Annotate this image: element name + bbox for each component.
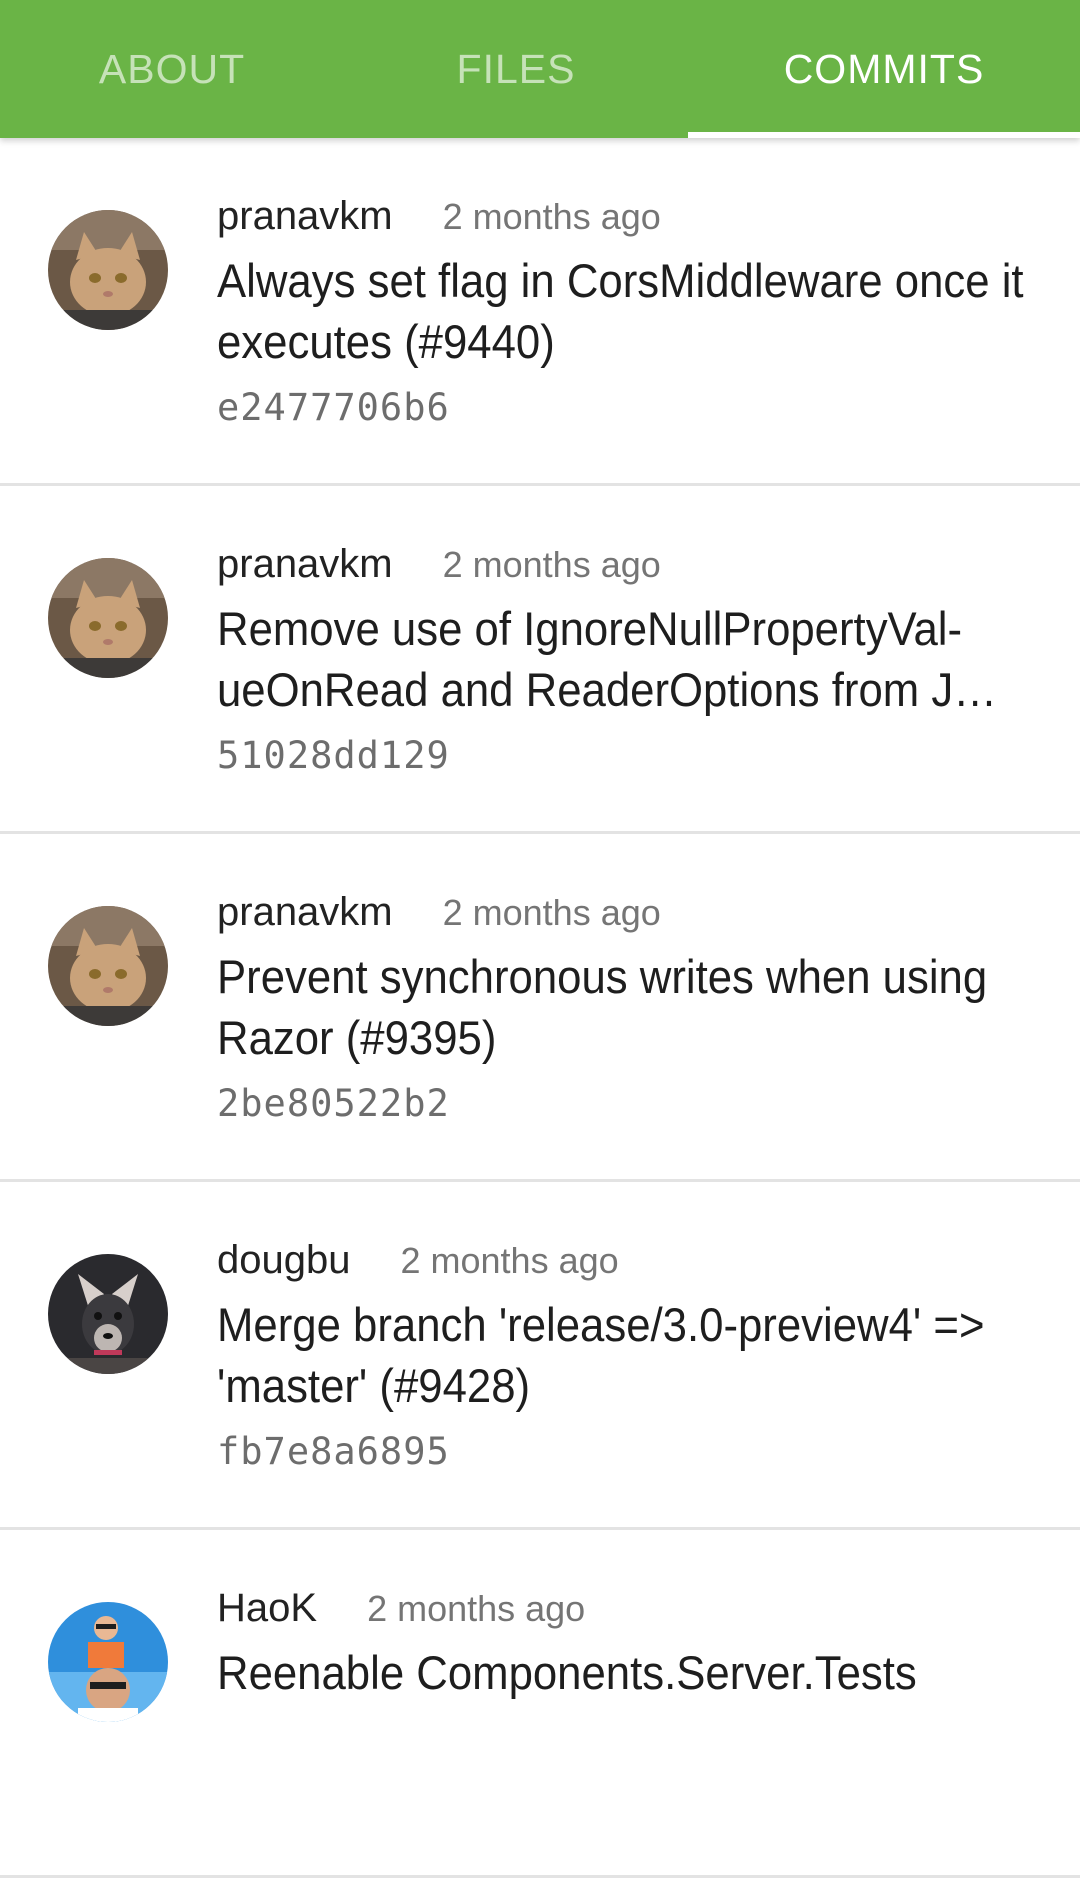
commit-meta: pranavkm 2 months ago (217, 194, 661, 244)
commit-row[interactable]: dougbu 2 months ago Merge branch 'releas… (0, 1182, 1080, 1530)
commit-meta: pranavkm 2 months ago (217, 890, 661, 940)
tab-commits[interactable]: COMMITS (688, 0, 1080, 138)
cat-avatar[interactable] (48, 558, 168, 678)
commit-time: 2 months ago (400, 1240, 619, 1281)
commit-message: Merge branch 'release/3.0-preview4' => '… (217, 1298, 985, 1412)
cat-avatar[interactable] (48, 210, 168, 330)
commit-author[interactable]: dougbu (217, 1238, 350, 1283)
commit-time: 2 months ago (442, 892, 661, 933)
commit-time: 2 months ago (367, 1588, 586, 1629)
commit-sha: fb7e8a6895 (217, 1430, 450, 1473)
commit-row[interactable]: HaoK 2 months ago Reenable Components.Se… (0, 1530, 1080, 1878)
commit-meta: pranavkm 2 months ago (217, 542, 661, 592)
commit-row[interactable]: pranavkm 2 months ago Always set flag in… (0, 138, 1080, 486)
commit-time: 2 months ago (442, 544, 661, 585)
commit-message: Remove use of IgnoreNullPropertyVal-ueOn… (217, 602, 997, 716)
commit-author[interactable]: pranavkm (217, 542, 393, 587)
commit-meta: HaoK 2 months ago (217, 1586, 585, 1636)
commit-row[interactable]: pranavkm 2 months ago Remove use of Igno… (0, 486, 1080, 834)
commit-message: Reenable Components.Server.Tests (217, 1646, 917, 1699)
commit-message: Prevent synchronous writes when using Ra… (217, 950, 988, 1064)
commit-row[interactable]: pranavkm 2 months ago Prevent synchronou… (0, 834, 1080, 1182)
commit-sha: e2477706b6 (217, 386, 450, 429)
commit-time: 2 months ago (442, 196, 661, 237)
commit-list: pranavkm 2 months ago Always set flag in… (0, 138, 1080, 1878)
commit-sha: 51028dd129 (217, 734, 450, 777)
commit-author[interactable]: HaoK (217, 1586, 317, 1631)
commit-author[interactable]: pranavkm (217, 194, 393, 239)
tab-bar: ABOUT FILES COMMITS (0, 0, 1080, 138)
dog-avatar[interactable] (48, 1254, 168, 1374)
tab-files[interactable]: FILES (344, 0, 688, 138)
commit-meta: dougbu 2 months ago (217, 1238, 619, 1288)
tab-about[interactable]: ABOUT (0, 0, 344, 138)
active-tab-indicator (688, 132, 1080, 138)
person-avatar[interactable] (48, 1602, 168, 1722)
commit-sha: 2be80522b2 (217, 1082, 450, 1125)
cat-avatar[interactable] (48, 906, 168, 1026)
commit-message: Always set flag in CorsMiddleware once i… (217, 254, 1024, 368)
commit-author[interactable]: pranavkm (217, 890, 393, 935)
